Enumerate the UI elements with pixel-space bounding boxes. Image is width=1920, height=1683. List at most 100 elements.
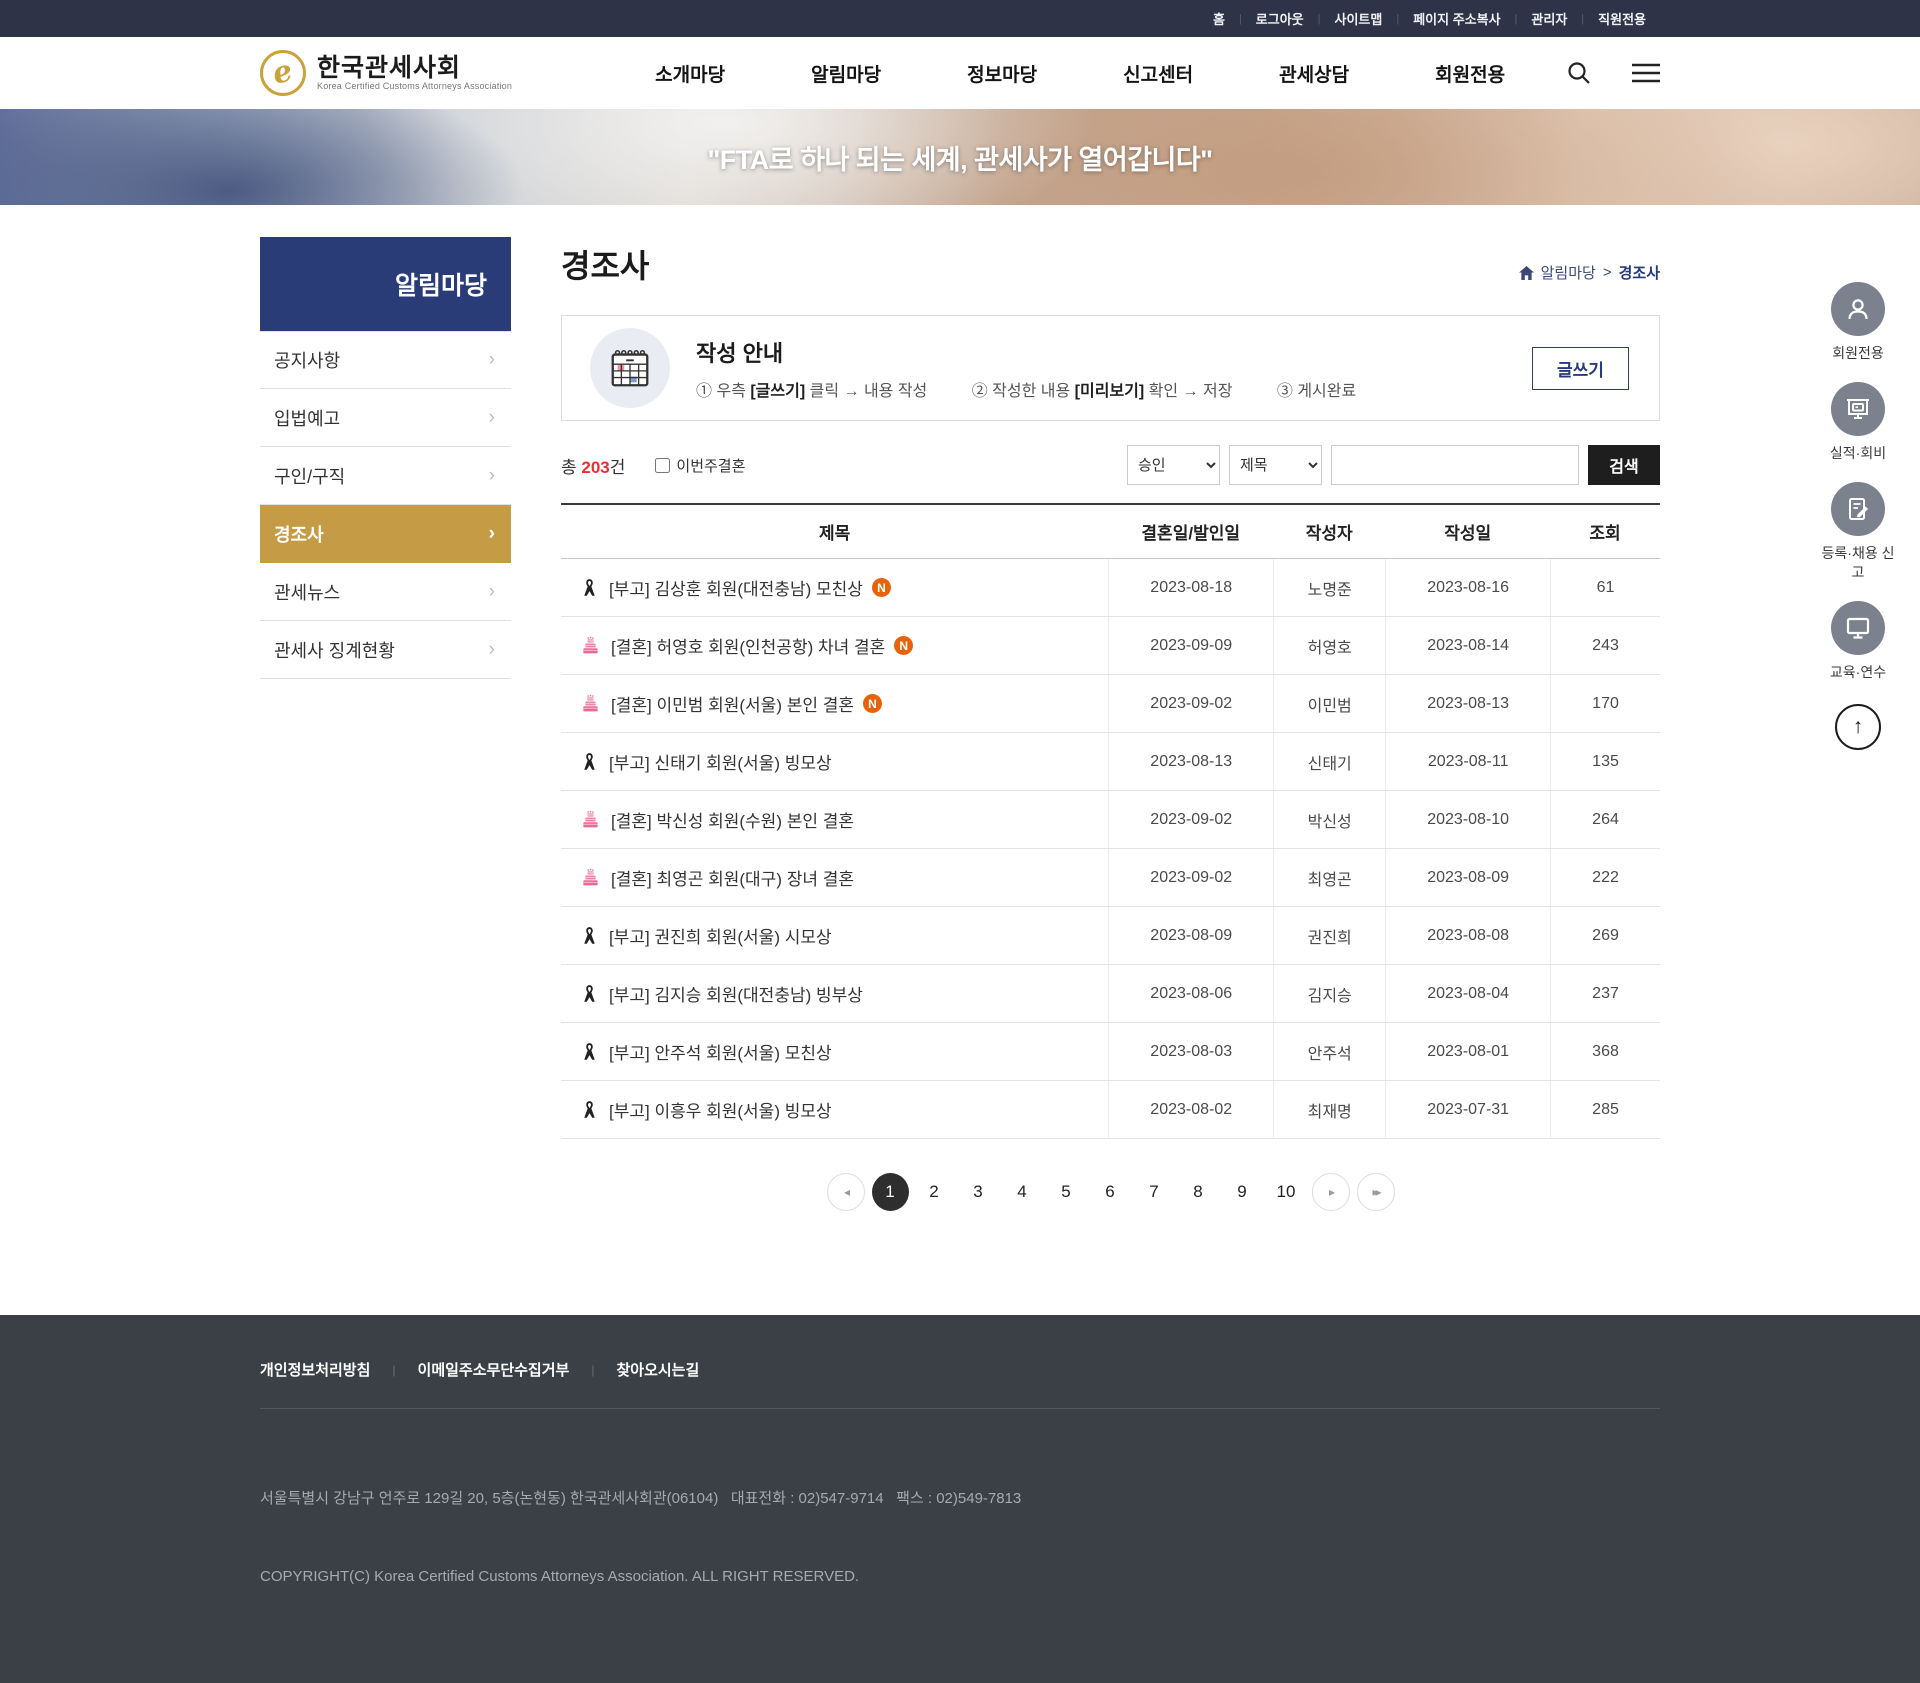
chevron-right-icon: ›	[489, 581, 495, 603]
this-week-wedding-checkbox[interactable]	[655, 458, 670, 473]
menu-icon[interactable]	[1632, 63, 1660, 83]
col-header-title: 제목	[561, 519, 1108, 544]
views-cell: 135	[1550, 733, 1660, 790]
page-number-3[interactable]: 3	[960, 1173, 997, 1211]
ribbon-icon	[581, 578, 598, 598]
sidebar-item-legislation[interactable]: 입법예고›	[260, 389, 511, 447]
topbar-link-logout[interactable]: 로그아웃	[1242, 9, 1318, 28]
nav-item-members[interactable]: 회원전용	[1392, 60, 1548, 87]
quickmenu-performance-fees[interactable]: 실적·회비	[1820, 382, 1896, 463]
chevron-right-icon: ›	[489, 349, 495, 371]
page-number-2[interactable]: 2	[916, 1173, 953, 1211]
table-row: [결혼] 허영호 회원(인천공항) 차녀 결혼N2023-09-09허영호202…	[561, 617, 1660, 675]
home-icon[interactable]	[1519, 266, 1534, 280]
page-number-10[interactable]: 10	[1268, 1173, 1305, 1211]
page-number-1[interactable]: 1	[872, 1173, 909, 1211]
sidebar-title: 알림마당	[260, 237, 511, 331]
table-row: [결혼] 이민범 회원(서울) 본인 결혼N2023-09-02이민범2023-…	[561, 675, 1660, 733]
post-title-link[interactable]: [부고] 김상훈 회원(대전충남) 모친상	[609, 575, 863, 600]
table-row: [부고] 권진희 회원(서울) 시모상2023-08-09권진희2023-08-…	[561, 907, 1660, 965]
logo-title: 한국관세사회	[317, 55, 512, 81]
presentation-icon	[1831, 382, 1885, 436]
nav-item-intro[interactable]: 소개마당	[612, 60, 768, 87]
prev-icon: ◂	[844, 1185, 847, 1199]
nav-item-report[interactable]: 신고센터	[1080, 60, 1236, 87]
topbar-link-sitemap[interactable]: 사이트맵	[1321, 9, 1397, 28]
post-title-link[interactable]: [결혼] 최영곤 회원(대구) 장녀 결혼	[611, 865, 854, 890]
topbar-link-admin[interactable]: 관리자	[1517, 9, 1581, 28]
nav-item-consult[interactable]: 관세상담	[1236, 60, 1392, 87]
table-body: [부고] 김상훈 회원(대전충남) 모친상N2023-08-18노명준2023-…	[561, 559, 1660, 1139]
page-number-9[interactable]: 9	[1224, 1173, 1261, 1211]
new-badge: N	[872, 578, 891, 597]
sidebar-item-family-events[interactable]: 경조사›	[260, 505, 511, 563]
write-guide-box: 작성 안내 ① 우측 [글쓰기] 클릭 → 내용 작성 ② 작성한 내용 [미리…	[561, 315, 1660, 421]
post-title-link[interactable]: [부고] 안주석 회원(서울) 모친상	[609, 1039, 832, 1064]
site-header: e 한국관세사회 Korea Certified Customs Attorne…	[0, 37, 1920, 109]
footer-links: 개인정보처리방침| 이메일주소무단수집거부| 찾아오시는길	[260, 1359, 1660, 1380]
search-field-select[interactable]: 제목	[1229, 445, 1322, 485]
post-title-link[interactable]: [부고] 권진희 회원(서울) 시모상	[609, 923, 832, 948]
views-cell: 368	[1550, 1023, 1660, 1080]
views-cell: 264	[1550, 791, 1660, 848]
quickmenu-education[interactable]: 교육·연수	[1820, 601, 1896, 682]
topbar-link-staff[interactable]: 직원전용	[1584, 9, 1660, 28]
footer-link-directions[interactable]: 찾아오시는길	[616, 1359, 699, 1380]
scroll-to-top-button[interactable]: ↑	[1835, 704, 1881, 750]
author-cell: 최재명	[1273, 1081, 1385, 1138]
sidebar-item-discipline[interactable]: 관세사 징계현황›	[260, 621, 511, 679]
user-icon	[1831, 282, 1885, 336]
breadcrumb-section[interactable]: 알림마당	[1541, 262, 1596, 283]
page-number-6[interactable]: 6	[1092, 1173, 1129, 1211]
ribbon-icon	[581, 1100, 598, 1120]
page-number-8[interactable]: 8	[1180, 1173, 1217, 1211]
sidebar-item-jobs[interactable]: 구인/구직›	[260, 447, 511, 505]
event-date-cell: 2023-09-02	[1108, 675, 1273, 732]
cake-icon	[581, 810, 600, 829]
divider: |	[392, 1363, 395, 1377]
footer-link-privacy[interactable]: 개인정보처리방침	[260, 1359, 370, 1380]
event-date-cell: 2023-09-02	[1108, 849, 1273, 906]
written-date-cell: 2023-08-13	[1385, 675, 1550, 732]
nav-item-notice[interactable]: 알림마당	[768, 60, 924, 87]
board-table: 제목 결혼일/발인일 작성자 작성일 조회 [부고] 김상훈 회원(대전충남) …	[561, 503, 1660, 1139]
page-number-5[interactable]: 5	[1048, 1173, 1085, 1211]
post-title-link[interactable]: [결혼] 허영호 회원(인천공항) 차녀 결혼	[611, 633, 885, 658]
views-cell: 285	[1550, 1081, 1660, 1138]
sidebar-item-customs-news[interactable]: 관세뉴스›	[260, 563, 511, 621]
table-row: [결혼] 박신성 회원(수원) 본인 결혼2023-09-02박신성2023-0…	[561, 791, 1660, 849]
post-title-link[interactable]: [부고] 이흥우 회원(서울) 빙모상	[609, 1097, 832, 1122]
footer-link-no-email[interactable]: 이메일주소무단수집거부	[418, 1359, 570, 1380]
prev-page-button[interactable]: ◂	[827, 1173, 865, 1211]
last-page-button[interactable]: ▸▸	[1357, 1173, 1395, 1211]
search-icon[interactable]	[1566, 60, 1592, 86]
author-cell: 박신성	[1273, 791, 1385, 848]
event-date-cell: 2023-09-02	[1108, 791, 1273, 848]
this-week-wedding-filter[interactable]: 이번주결혼	[655, 455, 745, 476]
status-select[interactable]: 승인	[1127, 445, 1220, 485]
topbar-link-home[interactable]: 홈	[1199, 9, 1239, 28]
post-title-link[interactable]: [부고] 김지승 회원(대전충남) 빙부상	[609, 981, 863, 1006]
page-number-7[interactable]: 7	[1136, 1173, 1173, 1211]
page-number-4[interactable]: 4	[1004, 1173, 1041, 1211]
event-date-cell: 2023-08-18	[1108, 559, 1273, 616]
author-cell: 권진희	[1273, 907, 1385, 964]
logo[interactable]: e 한국관세사회 Korea Certified Customs Attorne…	[260, 50, 512, 96]
event-date-cell: 2023-09-09	[1108, 617, 1273, 674]
write-button[interactable]: 글쓰기	[1532, 347, 1629, 390]
guide-steps: ① 우측 [글쓰기] 클릭 → 내용 작성 ② 작성한 내용 [미리보기] 확인…	[696, 377, 1396, 401]
post-title-link[interactable]: [결혼] 이민범 회원(서울) 본인 결혼	[611, 691, 854, 716]
quickmenu-registration-report[interactable]: 등록·채용 신고	[1820, 482, 1896, 582]
views-cell: 61	[1550, 559, 1660, 616]
guide-title: 작성 안내	[696, 336, 1396, 368]
post-title-link[interactable]: [결혼] 박신성 회원(수원) 본인 결혼	[611, 807, 854, 832]
nav-item-info[interactable]: 정보마당	[924, 60, 1080, 87]
footer-address: 서울특별시 강남구 언주로 129길 20, 5층(논현동) 한국관세사회관(0…	[260, 1433, 1660, 1643]
search-button[interactable]: 검색	[1588, 445, 1660, 485]
post-title-link[interactable]: [부고] 신태기 회원(서울) 빙모상	[609, 749, 832, 774]
search-input[interactable]	[1331, 445, 1579, 485]
quickmenu-members[interactable]: 회원전용	[1820, 282, 1896, 363]
sidebar-item-notice[interactable]: 공지사항›	[260, 331, 511, 389]
next-page-button[interactable]: ▸	[1312, 1173, 1350, 1211]
topbar-link-copy-url[interactable]: 페이지 주소복사	[1399, 9, 1514, 28]
